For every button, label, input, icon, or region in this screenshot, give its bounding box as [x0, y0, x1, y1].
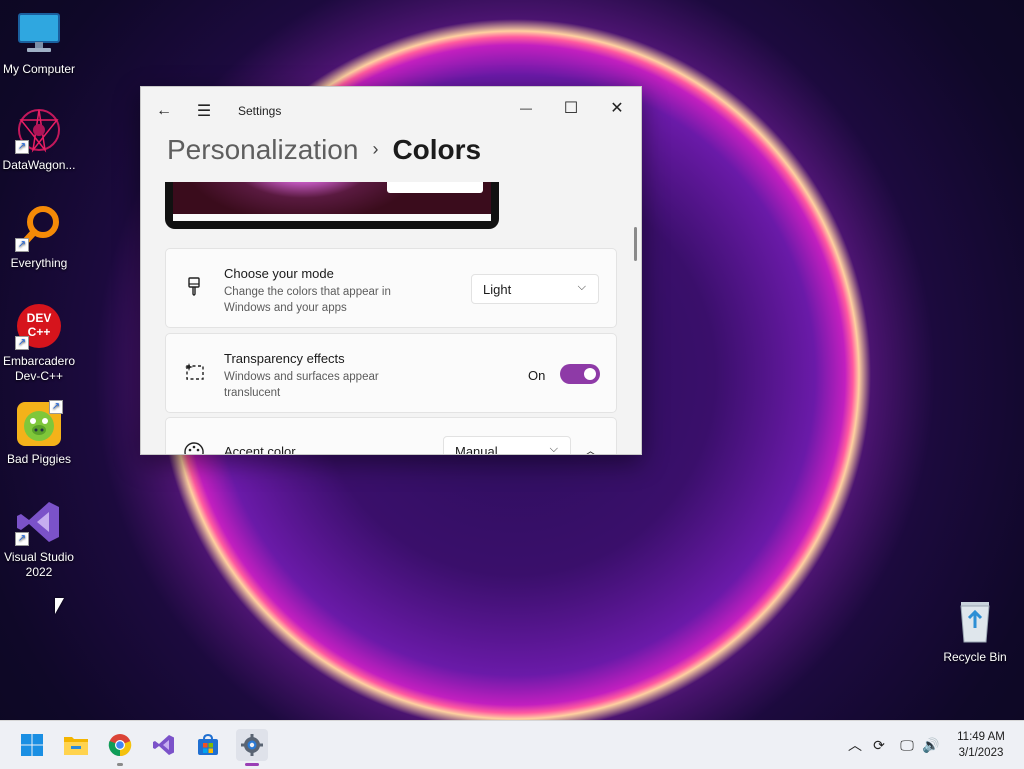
- taskbar-chrome[interactable]: [104, 729, 136, 766]
- shortcut-arrow-icon: ↗: [15, 140, 29, 154]
- clock-time: 11:49 AM: [957, 731, 1005, 743]
- desktop-icon-label: DataWagon...: [2, 158, 76, 172]
- collapse-chevron-icon[interactable]: ︿: [584, 440, 597, 454]
- taskbar: ︿ ⟳ 🖵 🔊 11:49 AM 3/1/2023: [0, 720, 1024, 769]
- breadcrumb: Personalization › Colors: [167, 134, 481, 166]
- desktop-icon-label: Everything: [10, 256, 68, 270]
- desktop-icon-everything[interactable]: ↗ Everything: [0, 204, 78, 271]
- title-bar[interactable]: ← ☰ Settings — ☐ ✕: [141, 87, 641, 135]
- datawagon-icon: ↗: [15, 106, 63, 154]
- taskbar-clock[interactable]: 11:49 AM 3/1/2023: [940, 729, 1022, 761]
- transparency-title: Transparency effects: [224, 351, 345, 366]
- monitor-icon: [15, 10, 63, 58]
- preview-dialog: [387, 182, 483, 193]
- mode-title: Choose your mode: [224, 266, 334, 281]
- clock-date: 3/1/2023: [958, 747, 1004, 759]
- chrome-icon: [108, 734, 132, 757]
- accent-title: Accent color: [224, 444, 296, 454]
- toggle-knob: [584, 368, 596, 380]
- devcpp-badge: DEV C++: [26, 311, 52, 339]
- taskbar-visual-studio[interactable]: [148, 729, 180, 761]
- active-indicator: [245, 763, 259, 766]
- nav-menu-button[interactable]: ☰: [184, 96, 224, 126]
- settings-gear-icon: [241, 734, 263, 756]
- desktop-icon-label: Embarcadero Dev-C++: [2, 354, 76, 383]
- chevron-right-icon: ›: [372, 139, 379, 159]
- maximize-button[interactable]: ☐: [551, 93, 591, 123]
- shortcut-arrow-icon: ↗: [49, 400, 63, 414]
- close-icon: ✕: [610, 100, 624, 117]
- taskbar-file-explorer[interactable]: [60, 729, 92, 761]
- transparency-setting-card: Transparency effects Windows and surface…: [165, 333, 617, 413]
- back-button[interactable]: ←: [144, 96, 184, 126]
- desktop-icon-label: Bad Piggies: [6, 452, 72, 466]
- store-icon: [198, 733, 218, 755]
- hamburger-icon: ☰: [196, 103, 212, 120]
- devcpp-icon: DEV C++ ↗: [15, 302, 63, 350]
- sync-icon[interactable]: ⟳: [869, 735, 889, 755]
- back-arrow-icon: ←: [156, 102, 172, 119]
- shortcut-arrow-icon: ↗: [15, 238, 29, 252]
- start-button[interactable]: [16, 729, 48, 761]
- mode-dropdown-value: Light: [483, 282, 512, 297]
- chevron-down-icon: ⌵: [577, 281, 586, 293]
- mode-description: Change the colors that appear in Windows…: [224, 286, 391, 314]
- preview-taskbar: [173, 214, 491, 221]
- visual-studio-icon: ↗: [15, 498, 63, 546]
- accent-dropdown-value: Manual: [455, 444, 498, 454]
- magnifier-icon: ↗: [15, 204, 63, 252]
- desktop-icon-label: Recycle Bin: [943, 650, 1007, 664]
- theme-preview: [165, 182, 499, 229]
- desktop-icon-bad-piggies[interactable]: ↗ Bad Piggies: [0, 400, 78, 467]
- transparency-state-label: On: [528, 368, 546, 383]
- minimize-icon: —: [520, 101, 532, 115]
- bad-piggies-icon: ↗: [15, 400, 63, 448]
- desktop-icon-my-computer[interactable]: My Computer: [0, 10, 78, 77]
- visual-studio-icon: [153, 735, 174, 755]
- desktop-icon-recycle-bin[interactable]: Recycle Bin: [936, 598, 1014, 665]
- accent-dropdown[interactable]: Manual ⌵: [443, 436, 571, 454]
- mode-setting-card: Choose your mode Change the colors that …: [165, 248, 617, 328]
- preview-wallpaper: [173, 182, 491, 214]
- accent-setting-card: Accent color Manual ⌵ ︿: [165, 417, 617, 454]
- desktop-icon-label: My Computer: [2, 62, 76, 76]
- page-title: Colors: [392, 134, 482, 165]
- minimize-button[interactable]: —: [506, 93, 546, 123]
- transparency-description: Windows and surfaces appear translucent: [224, 371, 379, 399]
- maximize-icon: ☐: [563, 100, 579, 117]
- running-indicator: [117, 763, 123, 766]
- shortcut-arrow-icon: ↗: [15, 532, 29, 546]
- windows-logo-icon: [21, 734, 43, 756]
- taskbar-settings[interactable]: [236, 729, 268, 766]
- transparency-icon: [184, 362, 204, 382]
- shortcut-arrow-icon: ↗: [15, 336, 29, 350]
- brush-icon: [184, 277, 204, 297]
- desktop-icon-devcpp[interactable]: DEV C++ ↗ Embarcadero Dev-C++: [0, 302, 78, 384]
- mouse-cursor-icon: [55, 598, 64, 614]
- scrollbar-thumb[interactable]: [634, 227, 637, 261]
- desktop-icon-datawagon[interactable]: ↗ DataWagon...: [0, 106, 78, 173]
- recycle-bin-icon: [951, 598, 999, 646]
- palette-icon: [184, 442, 204, 454]
- transparency-toggle[interactable]: [560, 364, 600, 384]
- show-hidden-icons-chevron-icon[interactable]: ︿: [845, 735, 865, 755]
- app-title: Settings: [238, 104, 282, 118]
- volume-icon[interactable]: 🔊: [921, 735, 941, 755]
- settings-content[interactable]: Choose your mode Change the colors that …: [141, 182, 641, 454]
- network-icon[interactable]: 🖵: [897, 735, 917, 755]
- desktop-icon-visual-studio[interactable]: ↗ Visual Studio 2022: [0, 498, 78, 580]
- mode-dropdown[interactable]: Light ⌵: [471, 274, 599, 304]
- chevron-down-icon: ⌵: [549, 443, 558, 454]
- desktop-icon-label: Visual Studio 2022: [4, 550, 74, 579]
- close-button[interactable]: ✕: [597, 93, 637, 123]
- taskbar-store[interactable]: [192, 729, 224, 761]
- settings-window: ← ☰ Settings — ☐ ✕ Personalization › Color…: [140, 86, 642, 455]
- breadcrumb-parent[interactable]: Personalization: [167, 134, 358, 165]
- folder-icon: [64, 737, 88, 755]
